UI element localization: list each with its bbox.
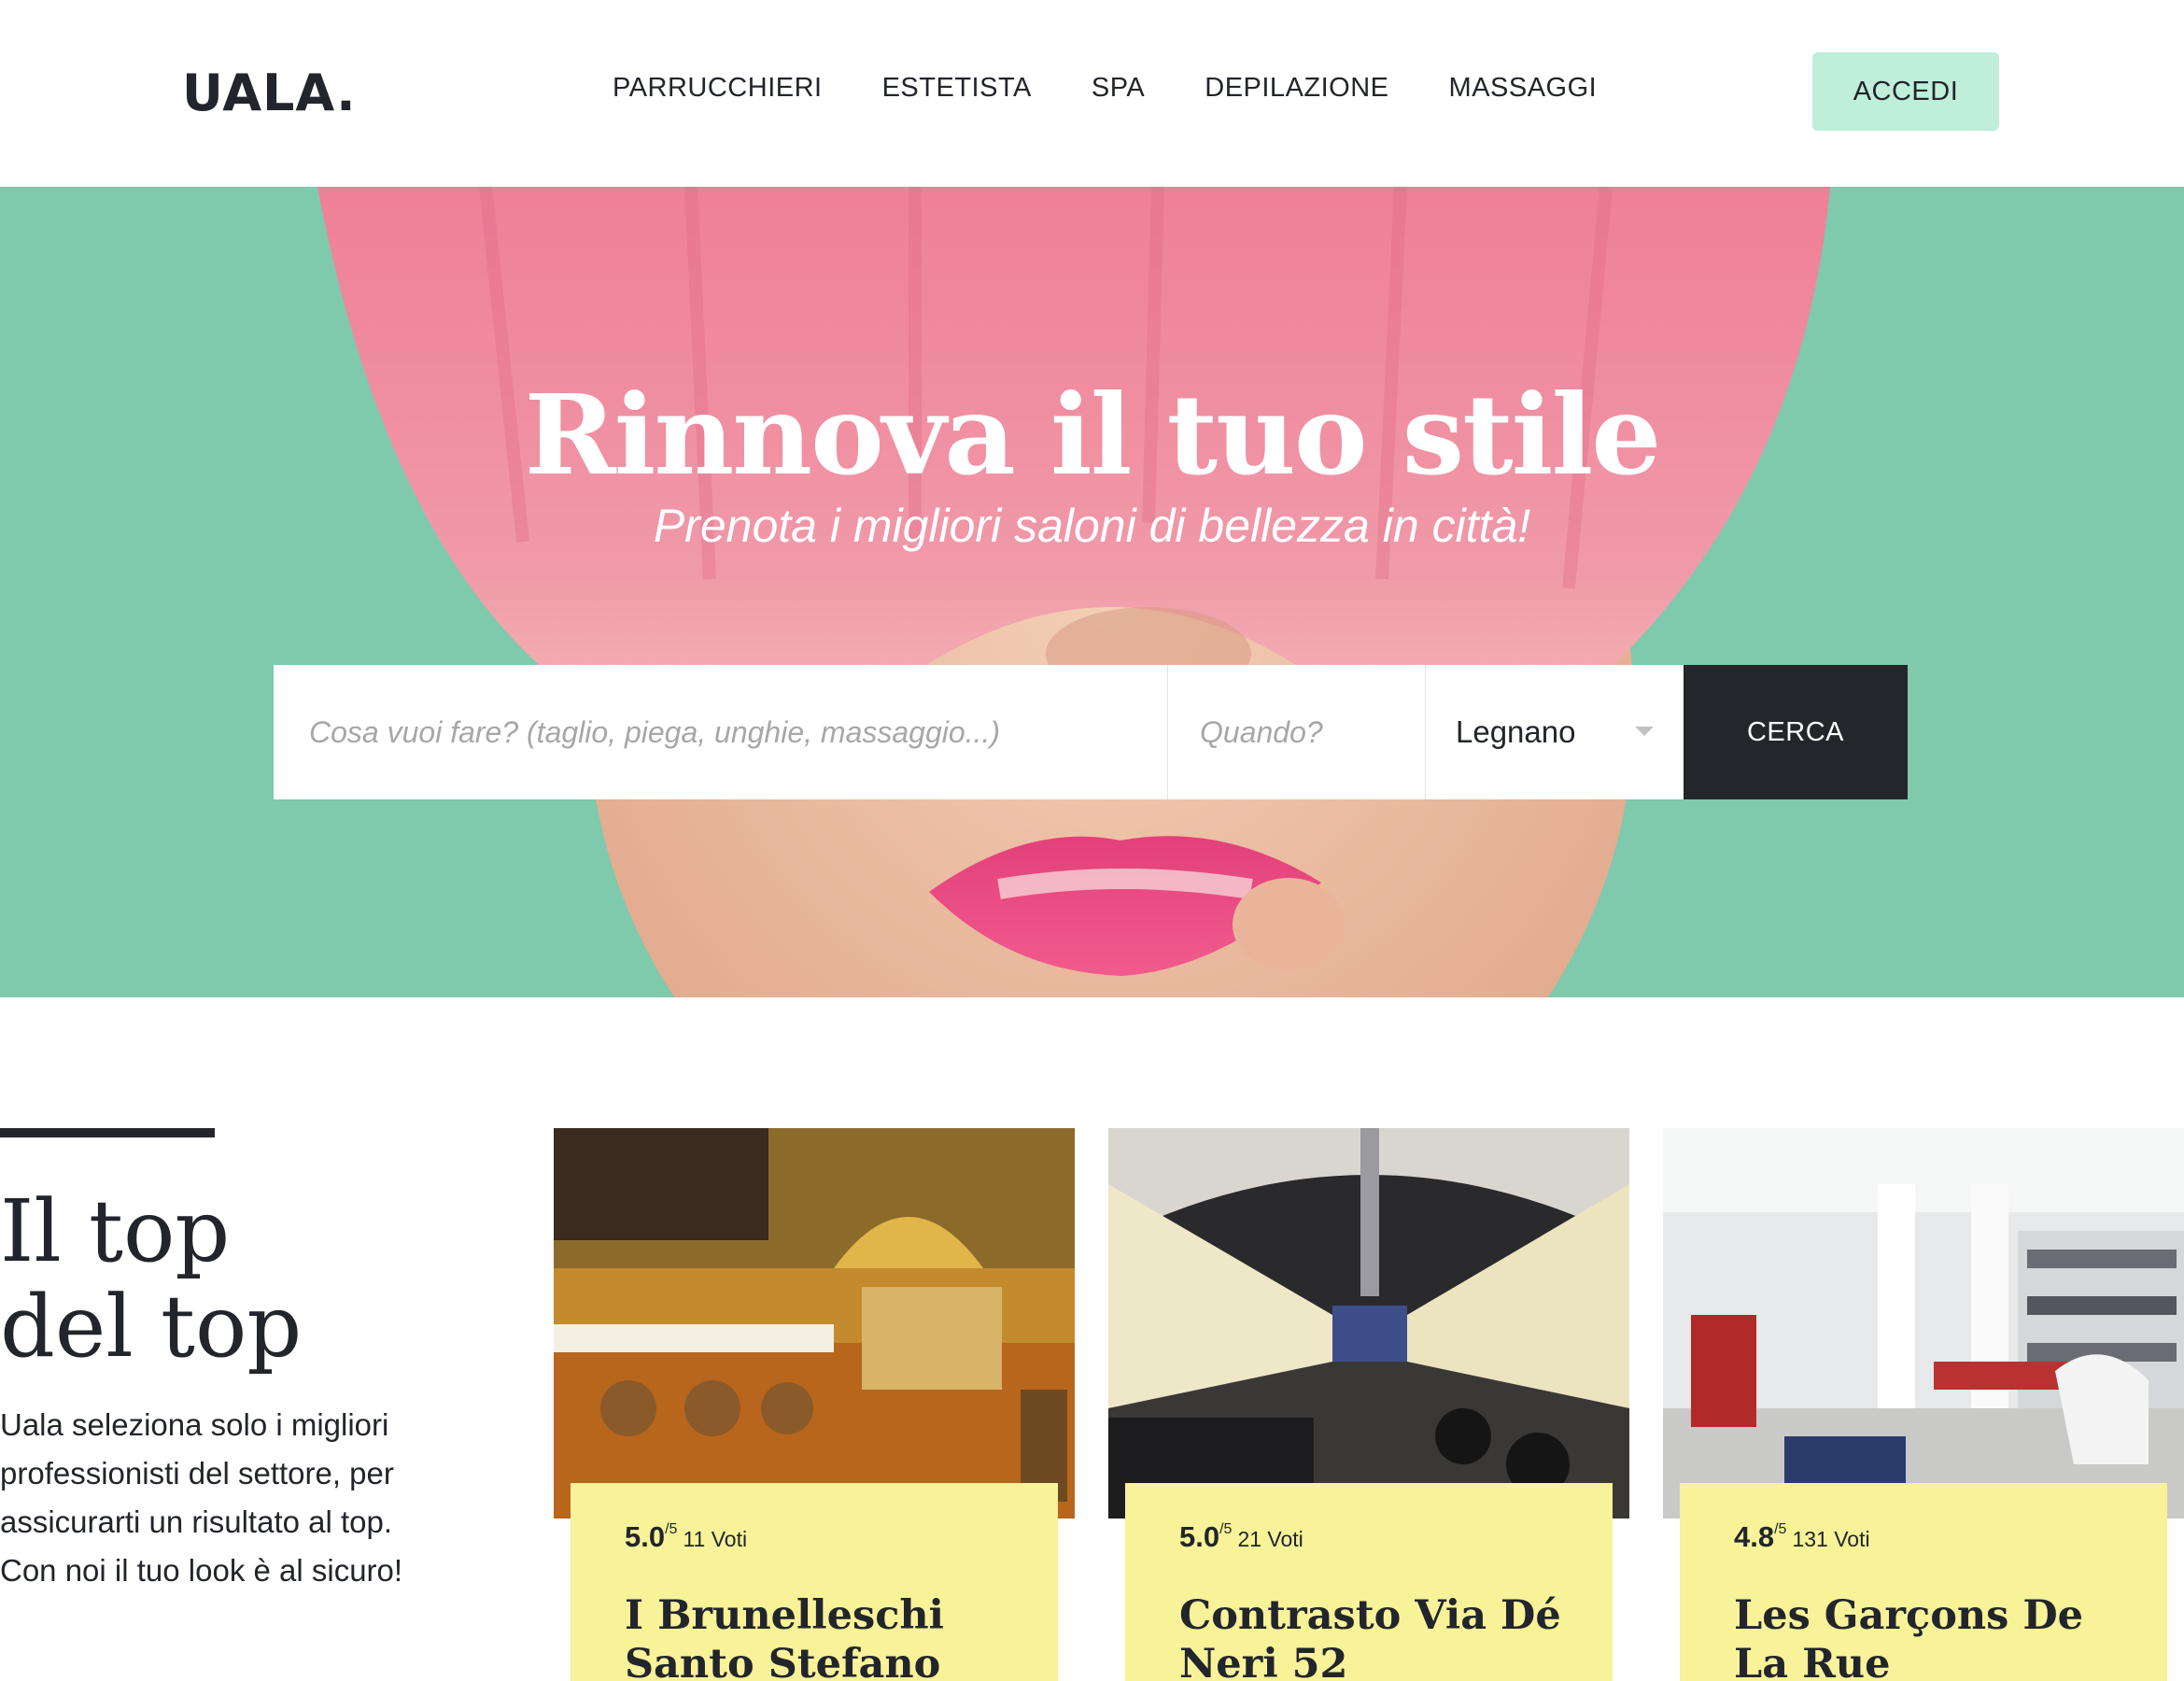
nav-item-massaggi[interactable]: MASSAGGI <box>1449 73 1598 104</box>
site-header: UALA. PARRUCCHIERI ESTETISTA SPA DEPILAZ… <box>0 0 2184 187</box>
section-title: Il top del top <box>0 1184 302 1375</box>
section-title-line1: Il top <box>0 1181 231 1281</box>
main-nav: PARRUCCHIERI ESTETISTA SPA DEPILAZIONE M… <box>613 73 1656 104</box>
hero-image <box>0 187 2184 997</box>
city-select-value: Legnano <box>1456 714 1576 749</box>
salon-info: 4.8/5 131 Voti Les Garçons De La Rue <box>1680 1483 2167 1681</box>
hero-banner: Rinnova il tuo stile Prenota i migliori … <box>0 187 2184 997</box>
salon-rating: 4.8/5 131 Voti <box>1734 1520 1870 1553</box>
salon-info: 5.0/5 21 Voti Contrasto Via Dé Neri 52 <box>1125 1483 1613 1681</box>
hero-title: Rinnova il tuo stile <box>524 370 1662 500</box>
section-divider <box>0 1128 215 1137</box>
chevron-down-icon <box>1635 727 1654 736</box>
city-select[interactable]: Legnano <box>1426 665 1684 799</box>
nav-item-estetista[interactable]: ESTETISTA <box>882 73 1032 104</box>
salon-card[interactable]: 4.8/5 131 Voti Les Garçons De La Rue <box>1663 1128 2184 1681</box>
salon-photo <box>1663 1128 2184 1519</box>
nav-item-spa[interactable]: SPA <box>1092 73 1145 104</box>
salon-rating: 5.0/5 11 Voti <box>625 1520 748 1553</box>
salon-card[interactable]: 5.0/5 21 Voti Contrasto Via Dé Neri 52 <box>1108 1128 1629 1681</box>
salon-votes: 131 Voti <box>1792 1527 1870 1551</box>
section-title-line2: del top <box>0 1277 303 1377</box>
service-search-input[interactable] <box>274 665 1168 799</box>
login-button[interactable]: ACCEDI <box>1812 52 1999 131</box>
hero-subtitle: Prenota i migliori saloni di bellezza in… <box>653 500 1531 552</box>
salon-photo <box>1108 1128 1629 1519</box>
nav-item-depilazione[interactable]: DEPILAZIONE <box>1205 73 1388 104</box>
search-form: Legnano CERCA <box>274 665 1908 799</box>
salon-votes: 21 Voti <box>1237 1527 1303 1551</box>
salon-info: 5.0/5 11 Voti I Brunelleschi Santo Stefan… <box>571 1483 1058 1681</box>
salon-name[interactable]: I Brunelleschi Santo Stefano <box>625 1591 1036 1681</box>
date-input[interactable] <box>1168 665 1426 799</box>
logo[interactable]: UALA. <box>182 64 357 122</box>
salon-votes: 11 Voti <box>683 1527 748 1551</box>
section-description: Uala seleziona solo i migliori professio… <box>0 1407 403 1588</box>
salon-photo <box>554 1128 1075 1519</box>
salon-name[interactable]: Les Garçons De La Rue <box>1734 1591 2145 1681</box>
salon-rating: 5.0/5 21 Voti <box>1179 1520 1303 1553</box>
salon-name[interactable]: Contrasto Via Dé Neri 52 <box>1179 1591 1590 1681</box>
search-button[interactable]: CERCA <box>1684 665 1908 799</box>
salon-card[interactable]: 5.0/5 11 Voti I Brunelleschi Santo Stefan… <box>554 1128 1075 1681</box>
nav-item-parrucchieri[interactable]: PARRUCCHIERI <box>613 73 823 104</box>
